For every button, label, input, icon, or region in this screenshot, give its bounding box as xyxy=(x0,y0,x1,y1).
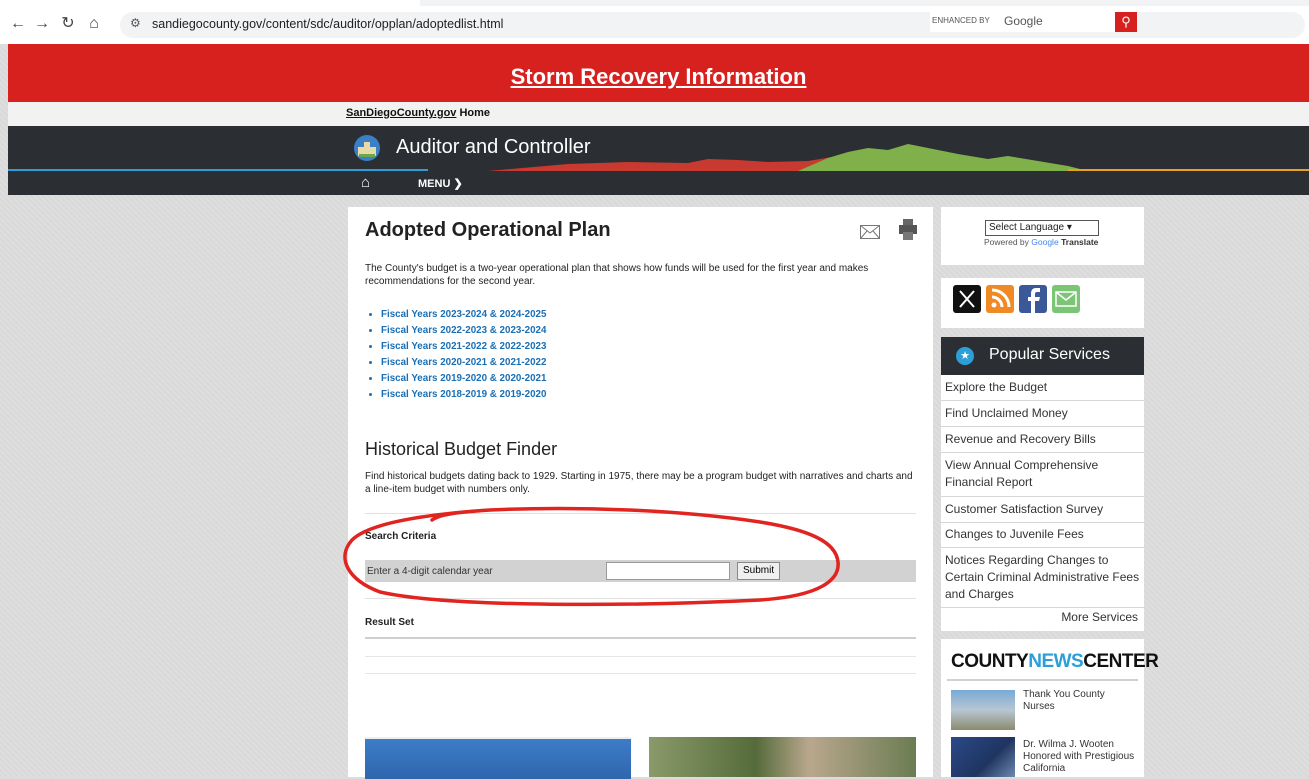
county-news-center: COUNTYNEWSCENTER Thank You County Nurses… xyxy=(941,639,1159,777)
fiscal-year-link[interactable]: Fiscal Years 2019-2020 & 2020-2021 xyxy=(381,373,546,384)
more-services-link[interactable]: More Services xyxy=(941,610,1138,624)
url-text[interactable]: sandiegocounty.gov/content/sdc/auditor/o… xyxy=(152,17,503,31)
menu-button[interactable]: MENU ❯ xyxy=(418,177,463,190)
active-tab[interactable] xyxy=(0,0,420,6)
back-icon[interactable]: ← xyxy=(8,14,28,34)
news-center-word-3[interactable]: CENTER xyxy=(1083,651,1159,672)
fiscal-year-link[interactable]: Fiscal Years 2023-2024 & 2024-2025 xyxy=(381,309,546,320)
popular-service-link[interactable]: Notices Regarding Changes to Certain Cri… xyxy=(941,552,1144,608)
tab-strip xyxy=(0,0,1309,6)
feature-image-sky[interactable] xyxy=(365,737,631,779)
header-skyline-graphic xyxy=(8,144,1309,171)
historical-finder-title: Historical Budget Finder xyxy=(365,439,558,459)
powered-by-translate: Powered by Google Translate xyxy=(984,237,1098,247)
county-home-bar: SanDiegoCounty.gov Home xyxy=(8,102,1309,126)
news-center-logo[interactable]: COUNTYNEWSCENTER xyxy=(951,651,1159,673)
popular-service-link[interactable]: Revenue and Recovery Bills xyxy=(941,431,1144,453)
news-center-word-1[interactable]: COUNTY xyxy=(951,651,1029,672)
list-item: Fiscal Years 2020-2021 & 2021-2022 xyxy=(381,355,546,371)
email-icon[interactable] xyxy=(1052,285,1080,313)
popular-services-header: ★ Popular Services xyxy=(941,337,1144,375)
fiscal-year-link[interactable]: Fiscal Years 2018-2019 & 2019-2020 xyxy=(381,389,546,400)
popular-service-link[interactable]: Find Unclaimed Money xyxy=(941,405,1144,427)
result-set-divider xyxy=(365,637,916,639)
facebook-icon[interactable] xyxy=(1019,285,1047,313)
site-header: Auditor and Controller xyxy=(8,126,1309,171)
language-widget: Select Language ▾ Powered by Google Tran… xyxy=(941,207,1144,265)
forward-icon[interactable]: → xyxy=(32,14,52,34)
home-nav-icon[interactable]: ⌂ xyxy=(361,174,370,191)
translate-link[interactable]: Translate xyxy=(1061,237,1098,247)
star-icon: ★ xyxy=(956,347,974,365)
historical-finder-description: Find historical budgets dating back to 1… xyxy=(365,471,913,495)
main-content: Adopted Operational Plan The County's bu… xyxy=(348,207,933,779)
x-icon[interactable] xyxy=(953,285,981,313)
main-nav: ⌂ MENU ❯ xyxy=(8,171,1309,195)
print-icon[interactable] xyxy=(899,219,917,241)
page-title: Adopted Operational Plan xyxy=(365,219,611,241)
list-item: Fiscal Years 2019-2020 & 2020-2021 xyxy=(381,371,546,387)
divider xyxy=(365,656,916,657)
popular-service-link[interactable]: Customer Satisfaction Survey xyxy=(941,501,1144,523)
social-links xyxy=(941,278,1144,328)
department-title[interactable]: Auditor and Controller xyxy=(396,136,591,159)
feature-image-hikers[interactable] xyxy=(649,737,916,777)
search-google-label: Google xyxy=(1004,14,1043,28)
intro-paragraph: The County's budget is a two-year operat… xyxy=(365,263,869,287)
news-thumbnail[interactable] xyxy=(951,690,1015,730)
county-seal-icon[interactable] xyxy=(352,134,382,162)
result-set-title: Result Set xyxy=(365,617,414,628)
rss-icon[interactable] xyxy=(986,285,1014,313)
storm-banner: Storm Recovery Information xyxy=(8,44,1309,102)
popular-service-link[interactable]: View Annual Comprehensive Financial Repo… xyxy=(941,457,1144,497)
news-headline-link[interactable]: Thank You County Nurses xyxy=(1023,689,1138,713)
highlight-annotation xyxy=(343,506,840,607)
fiscal-year-list: Fiscal Years 2023-2024 & 2024-2025 Fisca… xyxy=(365,307,546,403)
news-thumbnail[interactable] xyxy=(951,737,1015,777)
language-select[interactable]: Select Language ▾ xyxy=(985,220,1099,236)
reload-icon[interactable]: ↻ xyxy=(58,14,78,34)
powered-by-label: Powered by xyxy=(984,237,1029,247)
storm-recovery-link[interactable]: Storm Recovery Information xyxy=(511,64,807,90)
fiscal-year-link[interactable]: Fiscal Years 2020-2021 & 2021-2022 xyxy=(381,357,546,368)
language-select-value[interactable]: Select Language xyxy=(989,222,1064,233)
popular-service-link[interactable]: Changes to Juvenile Fees xyxy=(941,526,1144,548)
email-page-icon[interactable] xyxy=(860,225,880,239)
list-item: Fiscal Years 2021-2022 & 2022-2023 xyxy=(381,339,546,355)
site-settings-icon[interactable]: ⚙ xyxy=(130,16,141,30)
site-search-input[interactable]: ENHANCED BY Google xyxy=(930,12,1115,32)
divider xyxy=(947,679,1138,681)
home-icon[interactable]: ⌂ xyxy=(84,14,104,34)
popular-services-title: Popular Services xyxy=(989,346,1110,363)
list-item: Fiscal Years 2023-2024 & 2024-2025 xyxy=(381,307,546,323)
popular-services: ★ Popular Services Explore the Budget Fi… xyxy=(941,337,1144,631)
county-site-name[interactable]: SanDiegoCounty.gov xyxy=(346,107,456,119)
fiscal-year-link[interactable]: Fiscal Years 2021-2022 & 2022-2023 xyxy=(381,341,546,352)
fiscal-year-link[interactable]: Fiscal Years 2022-2023 & 2023-2024 xyxy=(381,325,546,336)
news-headline-link[interactable]: Dr. Wilma J. Wooten Honored with Prestig… xyxy=(1023,739,1138,775)
county-home-link[interactable]: SanDiegoCounty.gov Home xyxy=(346,107,490,119)
divider xyxy=(365,673,916,674)
news-center-word-2[interactable]: NEWS xyxy=(1028,651,1084,672)
google-logo-text: Google xyxy=(1031,237,1059,247)
search-enhanced-label: ENHANCED BY xyxy=(932,16,990,25)
list-item: Fiscal Years 2022-2023 & 2023-2024 xyxy=(381,323,546,339)
popular-service-link[interactable]: Explore the Budget xyxy=(941,379,1144,401)
search-icon[interactable]: ⚲ xyxy=(1115,12,1137,32)
home-label[interactable]: Home xyxy=(459,107,490,119)
list-item: Fiscal Years 2018-2019 & 2019-2020 xyxy=(381,387,546,403)
